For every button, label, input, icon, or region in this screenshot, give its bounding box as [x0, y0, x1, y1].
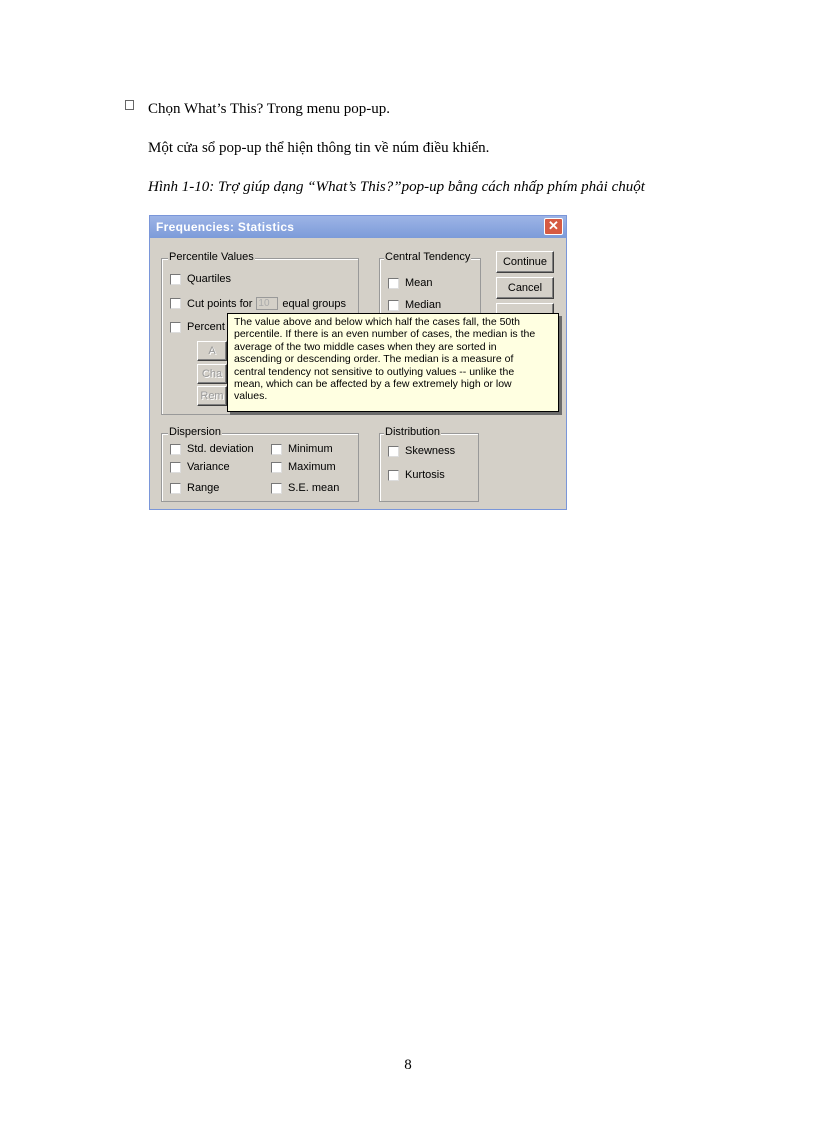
se-mean-label: S.E. mean	[288, 482, 340, 494]
checkbox-box	[271, 482, 282, 494]
variance-label: Variance	[187, 461, 230, 473]
close-icon[interactable]: ✕	[544, 218, 563, 235]
checkbox-box	[170, 321, 181, 333]
tooltip-line: average of the two middle cases when the…	[234, 340, 497, 353]
change-button[interactable]: Cha	[197, 364, 227, 384]
tooltip-line: mean, which can be affected by a few ext…	[234, 378, 512, 391]
skewness-label: Skewness	[405, 445, 456, 457]
median-checkbox[interactable]: Median	[388, 299, 441, 311]
std-deviation-label: Std. deviation	[187, 443, 254, 455]
checkbox-box	[170, 443, 181, 455]
quartiles-checkbox[interactable]: Quartiles	[170, 273, 231, 285]
statistics-dialog: Frequencies: Statistics ✕ Percentile Val…	[149, 215, 567, 510]
percentiles-label: Percent	[187, 321, 225, 333]
dialog-titlebar: Frequencies: Statistics ✕	[150, 216, 566, 238]
skewness-checkbox[interactable]: Skewness	[388, 445, 455, 457]
mean-checkbox[interactable]: Mean	[388, 277, 433, 289]
checkbox-box	[388, 277, 399, 289]
percentile-values-legend: Percentile Values	[168, 251, 255, 263]
distribution-legend: Distribution	[384, 426, 442, 438]
tooltip-line: ascending or descending order. The media…	[234, 353, 514, 366]
variance-checkbox[interactable]: Variance	[170, 461, 230, 473]
dispersion-legend: Dispersion	[168, 426, 222, 438]
checkbox-box	[271, 443, 282, 455]
cancel-button[interactable]: Cancel	[496, 277, 554, 299]
kurtosis-checkbox[interactable]: Kurtosis	[388, 469, 445, 481]
figure-caption: Hình 1-10: Trợ giúp dạng “What’s This?”p…	[148, 179, 645, 195]
whats-this-tooltip: The value above and below which half the…	[227, 313, 559, 412]
quartiles-label: Quartiles	[187, 273, 232, 285]
checkbox-box	[170, 482, 181, 494]
remove-button[interactable]: Rem	[197, 386, 227, 406]
minimum-label: Minimum	[288, 443, 333, 455]
dialog-title: Frequencies: Statistics	[156, 220, 295, 234]
maximum-label: Maximum	[288, 461, 336, 473]
tooltip-line: The value above and below which half the…	[234, 316, 521, 328]
checkbox-box	[170, 273, 181, 285]
percentiles-checkbox[interactable]: Percent	[170, 321, 225, 333]
central-tendency-legend: Central Tendency	[384, 251, 472, 263]
add-button[interactable]: A	[197, 341, 227, 361]
tooltip-line: central tendency not sensitive to outlyi…	[234, 365, 515, 378]
checkbox-box	[388, 445, 399, 457]
mean-label: Mean	[405, 277, 433, 289]
continue-button[interactable]: Continue	[496, 251, 554, 273]
bullet-marker	[125, 100, 134, 110]
cut-points-label: Cut points for	[187, 297, 253, 310]
cut-points-input[interactable]: 10	[256, 297, 279, 310]
minimum-checkbox[interactable]: Minimum	[271, 443, 333, 455]
se-mean-checkbox[interactable]: S.E. mean	[271, 482, 339, 494]
equal-groups-label: equal groups	[282, 297, 347, 310]
checkbox-box	[388, 299, 399, 311]
maximum-checkbox[interactable]: Maximum	[271, 461, 336, 473]
range-checkbox[interactable]: Range	[170, 482, 219, 494]
bullet-text: Chọn What’s This? Trong menu pop-up.	[148, 101, 390, 117]
kurtosis-label: Kurtosis	[405, 469, 445, 481]
tooltip-line: values.	[234, 390, 268, 403]
checkbox-box	[170, 461, 181, 473]
page-number: 8	[404, 1057, 412, 1073]
std-deviation-checkbox[interactable]: Std. deviation	[170, 443, 254, 455]
cut-points-checkbox[interactable]: Cut points for 10 equal groups	[170, 297, 346, 310]
median-label: Median	[405, 299, 442, 311]
checkbox-box	[170, 298, 181, 309]
tooltip-line: percentile. If there is an even number o…	[234, 328, 536, 341]
checkbox-box	[271, 461, 282, 473]
checkbox-box	[388, 469, 399, 481]
range-label: Range	[187, 482, 220, 494]
distribution-group: Distribution	[379, 426, 479, 502]
body-paragraph: Một cửa sổ pop-up thể hiện thông tin về …	[148, 140, 490, 156]
